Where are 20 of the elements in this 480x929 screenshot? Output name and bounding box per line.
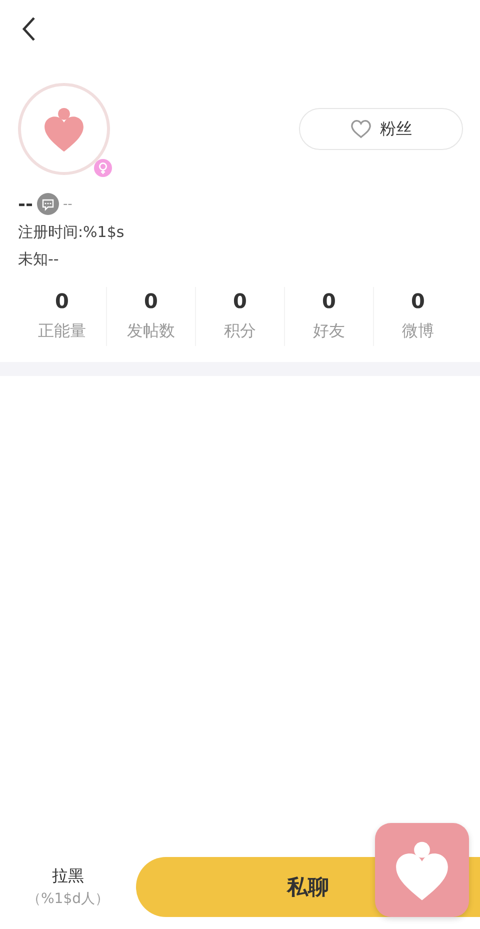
- block-count: （%1$d人）: [26, 890, 109, 908]
- stat-value: 0: [322, 289, 336, 313]
- female-icon: [94, 159, 112, 177]
- stat-label: 微博: [402, 321, 434, 342]
- registration-time: 注册时间:%1$s: [17, 222, 126, 242]
- stat-value: 0: [411, 289, 425, 313]
- stat-label: 发帖数: [127, 321, 175, 342]
- stat-label: 正能量: [38, 321, 86, 342]
- stat-label: 积分: [224, 321, 256, 342]
- stat-label: 好友: [313, 321, 345, 342]
- stat-value: 0: [233, 289, 247, 313]
- badge-text: --: [62, 196, 72, 212]
- block-link[interactable]: 拉黑: [52, 866, 84, 887]
- stat-value: 0: [55, 289, 69, 313]
- fans-button[interactable]: 粉丝: [299, 108, 463, 150]
- stat-value: 0: [144, 289, 158, 313]
- location-text: 未知--: [17, 249, 60, 269]
- user-name: --: [18, 194, 33, 214]
- chat-bubble-icon: [36, 193, 59, 215]
- heart-icon: [350, 119, 372, 139]
